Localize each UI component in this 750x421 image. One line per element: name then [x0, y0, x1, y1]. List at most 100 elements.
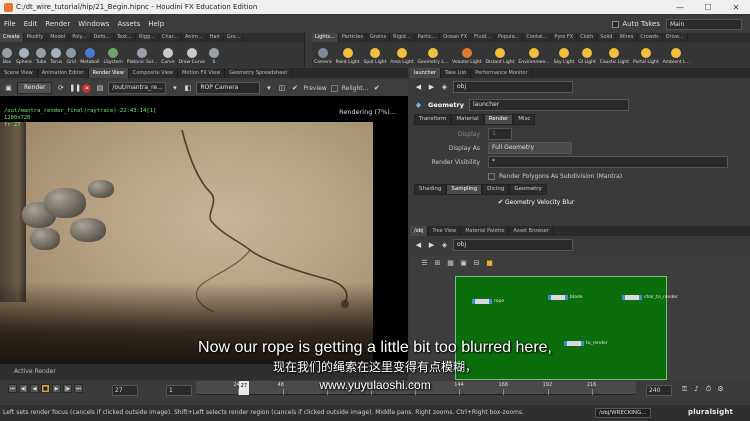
dropdown-icon[interactable]: ▾ — [170, 84, 179, 93]
snap-icon[interactable]: ⊟ — [472, 259, 481, 268]
menu-file[interactable]: File — [0, 20, 20, 28]
shelf-tab-7[interactable]: Char... — [159, 33, 182, 42]
camera-dropdown-icon[interactable]: ▾ — [264, 84, 273, 93]
image-icon[interactable]: ▣ — [459, 259, 468, 268]
shelf-tab-2[interactable]: Model — [47, 33, 70, 42]
shelf-tab-1[interactable]: Particles — [339, 33, 367, 42]
network-tab-2[interactable]: Material Palette — [461, 226, 510, 236]
shelf-tool-curve[interactable]: Curve — [159, 42, 176, 67]
shelf-tab-9[interactable]: Hair — [207, 33, 224, 42]
audio-icon[interactable]: ♪ — [692, 385, 701, 394]
shelf-tool-geometry-l[interactable]: Geometry L... — [415, 42, 450, 67]
menu-edit[interactable]: Edit — [20, 20, 42, 28]
check-icon[interactable]: ✔ — [372, 84, 381, 93]
tab-render[interactable]: Render — [483, 114, 514, 125]
camera-field[interactable]: ROP Camera — [196, 82, 261, 94]
close-button[interactable]: ✕ — [722, 3, 750, 12]
shelf-tool-s[interactable]: S — [207, 42, 221, 67]
shelf-tool-volume-light[interactable]: Volume Light — [450, 42, 483, 67]
shelf-tab-7[interactable]: Popula... — [495, 33, 524, 42]
menu-windows[interactable]: Windows — [74, 20, 113, 28]
shelf-tab-10[interactable]: Cloth — [577, 33, 598, 42]
pane-tab-5[interactable]: Geometry Spreadsheet — [225, 68, 293, 78]
shelf-tool-sphere[interactable]: Sphere — [14, 42, 34, 67]
shelf-tool-tube[interactable]: Tube — [34, 42, 49, 67]
tab-geometry[interactable]: Geometry — [509, 184, 547, 195]
auto-takes-checkbox[interactable] — [612, 20, 620, 28]
network-tab-1[interactable]: Tree View — [428, 226, 462, 236]
tab-misc[interactable]: Misc — [513, 114, 536, 125]
shelf-tool-torus[interactable]: Torus — [48, 42, 64, 67]
shelf-tool-area-light[interactable]: Area Light — [388, 42, 415, 67]
pane-tab-2[interactable]: Performance Monitor — [471, 68, 533, 78]
shelf-tab-1[interactable]: Modify — [24, 33, 48, 42]
grid-icon[interactable]: ▦ — [446, 259, 455, 268]
stop-render-icon[interactable]: ✕ — [82, 83, 92, 93]
forward-icon[interactable]: ▶ — [427, 83, 436, 92]
shelf-tool-metaball[interactable]: Metaball — [78, 42, 101, 67]
menu-help[interactable]: Help — [144, 20, 168, 28]
render-path-field[interactable]: /out/mantra_re... — [108, 82, 167, 94]
step-forward-icon[interactable]: |▶ — [63, 384, 72, 393]
shelf-tab-9[interactable]: Pyro FX — [551, 33, 578, 42]
minimize-button[interactable]: — — [666, 3, 694, 12]
node-rope[interactable]: rope — [472, 299, 504, 304]
shelf-tool-lsystem[interactable]: LSystem — [102, 42, 125, 67]
network-tab-0[interactable]: /obj — [410, 226, 429, 236]
shelf-tab-0[interactable]: Lights... — [312, 33, 339, 42]
play-icon[interactable]: ▶ — [52, 384, 61, 393]
shelf-tool-platonic-sol[interactable]: Platonic Sol... — [125, 42, 159, 67]
shelf-tab-4[interactable]: Partic... — [415, 33, 441, 42]
tab-transform[interactable]: Transform — [414, 114, 452, 125]
shelf-tool-portal-light[interactable]: Portal Light — [631, 42, 661, 67]
pause-icon[interactable]: ❚❚ — [69, 84, 81, 93]
shelf-tool-caustic-light[interactable]: Caustic Light — [598, 42, 631, 67]
relight-checkbox[interactable] — [330, 84, 338, 92]
shelf-tab-13[interactable]: Crowds — [637, 33, 663, 42]
goto-start-icon[interactable]: ⏮ — [8, 384, 17, 393]
node-char-to-render[interactable]: char_to_render — [622, 295, 678, 300]
network-editor[interactable]: ☰ ⊞ ▦ ▣ ⊟ ■ rope blade char_to_render to… — [410, 256, 750, 380]
velocity-blur-check-icon[interactable]: ✔ — [496, 198, 505, 207]
shelf-tool-point-light[interactable]: Point Light — [334, 42, 362, 67]
realtime-icon[interactable]: ⏱ — [704, 385, 713, 394]
timeline-ruler[interactable]: 27 24 48 72 96 120 144 168 192 216 — [196, 381, 636, 395]
tab-material[interactable]: Material — [451, 114, 484, 125]
network-path-field[interactable]: obj — [453, 239, 573, 251]
render-view[interactable]: /out/mantra_render_final(raytrace)-22:43… — [0, 96, 408, 364]
pane-tab-1[interactable]: Animation Editor — [38, 68, 89, 78]
shelf-tab-14[interactable]: Drive... — [663, 33, 688, 42]
snapshot-icon[interactable]: ◫ — [277, 84, 286, 93]
shelf-tab-12[interactable]: Wires — [616, 33, 638, 42]
palette-icon[interactable]: ■ — [485, 259, 494, 268]
shelf-tool-camera[interactable]: Camera — [312, 42, 334, 67]
shelf-tab-8[interactable]: Anim... — [182, 33, 207, 42]
back-icon[interactable]: ◀ — [414, 83, 423, 92]
shelf-tab-5[interactable]: Ocean FX — [440, 33, 472, 42]
pane-tab-0[interactable]: launcher — [410, 68, 441, 78]
refresh-icon[interactable]: ⟳ — [56, 84, 65, 93]
shelf-tab-5[interactable]: Text... — [114, 33, 136, 42]
key-icon[interactable]: ⚿ — [680, 385, 689, 394]
node-blade[interactable]: blade — [548, 295, 583, 300]
playhead[interactable]: 27 — [238, 381, 249, 395]
current-frame-field[interactable]: 27 — [112, 385, 138, 396]
tab-shading[interactable]: Shading — [414, 184, 447, 195]
play-reverse-icon[interactable]: ◀ — [30, 384, 39, 393]
shelf-tool-ambient-l[interactable]: Ambient L... — [661, 42, 692, 67]
shelf-tool-sky-light[interactable]: Sky Light — [552, 42, 577, 67]
tab-sampling[interactable]: Sampling — [446, 184, 483, 195]
back-icon[interactable]: ◀ — [414, 241, 423, 250]
menu-assets[interactable]: Assets — [113, 20, 144, 28]
pane-tab-4[interactable]: Motion FX View — [178, 68, 226, 78]
tree-icon[interactable]: ⊞ — [433, 259, 442, 268]
stop-icon[interactable]: ■ — [41, 384, 50, 393]
menu-render[interactable]: Render — [41, 20, 74, 28]
display-as-menu[interactable]: Full Geometry — [488, 142, 572, 154]
shelf-tool-environmen[interactable]: Environmen... — [516, 42, 551, 67]
end-frame-field[interactable]: 240 — [646, 385, 672, 396]
rendered-image[interactable] — [0, 122, 373, 364]
param-path-field[interactable]: obj — [453, 81, 573, 93]
render-visibility-field[interactable]: * — [488, 156, 728, 168]
shelf-tab-3[interactable]: Rigid... — [390, 33, 415, 42]
